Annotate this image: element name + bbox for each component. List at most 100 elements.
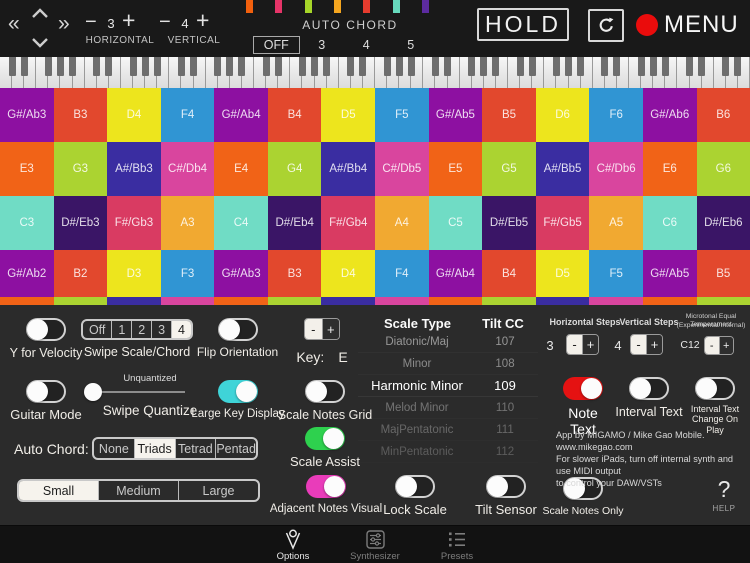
note-cell[interactable]: F6	[589, 88, 643, 142]
piano-black-key[interactable]	[577, 57, 584, 76]
piano-black-key[interactable]	[69, 57, 76, 76]
horizontal-steps-decrement[interactable]: -	[567, 335, 582, 354]
piano-black-key[interactable]	[226, 57, 233, 76]
vertical-steps-increment[interactable]: +	[646, 335, 662, 354]
note-cell[interactable]: D#/Eb4	[268, 196, 322, 250]
note-text-toggle[interactable]	[563, 377, 603, 400]
vertical-steps-decrement[interactable]: -	[631, 335, 646, 354]
piano-black-key[interactable]	[722, 57, 729, 76]
page-back-icon[interactable]: «	[8, 13, 20, 34]
piano-black-key[interactable]	[396, 57, 403, 76]
piano-black-key[interactable]	[565, 57, 572, 76]
piano-black-key[interactable]	[638, 57, 645, 76]
note-cell[interactable]: B4	[482, 250, 536, 297]
lock-scale-toggle[interactable]	[395, 475, 435, 498]
scale-type-row[interactable]: Diatonic/Maj107	[358, 331, 538, 353]
note-cell[interactable]: D#/Eb5	[482, 196, 536, 250]
note-cell[interactable]: E5	[429, 142, 483, 196]
tab-options[interactable]: Options	[253, 529, 333, 562]
note-cell[interactable]: F3	[161, 250, 215, 297]
note-cell[interactable]: A#/Bb3	[107, 142, 161, 196]
flip-orientation-toggle[interactable]	[218, 318, 258, 341]
segment-option-pentad[interactable]: Pentad	[216, 439, 256, 458]
piano-black-key[interactable]	[553, 57, 560, 76]
segment-option-1[interactable]: 1	[112, 321, 132, 338]
horizontal-increment[interactable]: +	[122, 9, 135, 32]
swipe-quantize-track[interactable]	[93, 391, 185, 393]
segment-option-off[interactable]: Off	[83, 321, 112, 338]
piano-black-key[interactable]	[601, 57, 608, 76]
scale-type-row[interactable]: Harmonic Minor109	[358, 375, 538, 397]
piano-black-key[interactable]	[93, 57, 100, 76]
note-cell[interactable]: G4	[268, 142, 322, 196]
note-cell[interactable]: E6	[643, 142, 697, 196]
note-cell[interactable]: G#/Ab4	[429, 250, 483, 297]
note-cell[interactable]: D3	[107, 250, 161, 297]
microtonal-decrement[interactable]: -	[705, 337, 719, 354]
note-cell[interactable]: F5	[589, 250, 643, 297]
note-cell[interactable]: E3	[0, 142, 54, 196]
scale-assist-toggle[interactable]	[305, 427, 345, 450]
note-cell[interactable]: D#/Eb6	[697, 196, 750, 250]
tab-presets[interactable]: Presets	[417, 529, 497, 562]
menu-button[interactable]: MENU	[664, 11, 739, 39]
piano-black-key[interactable]	[444, 57, 451, 76]
segment-option-medium[interactable]: Medium	[99, 481, 179, 500]
hold-button[interactable]: HOLD	[477, 8, 569, 41]
note-cell[interactable]: A4	[375, 196, 429, 250]
note-cell[interactable]: G#/Ab6	[643, 88, 697, 142]
note-cell[interactable]: D#/Eb3	[54, 196, 108, 250]
note-cell[interactable]: C4	[214, 196, 268, 250]
piano-black-key[interactable]	[57, 57, 64, 76]
note-cell[interactable]: F5	[375, 88, 429, 142]
piano-black-key[interactable]	[517, 57, 524, 76]
piano-black-key[interactable]	[263, 57, 270, 76]
note-cell[interactable]: D6	[536, 88, 590, 142]
note-cell[interactable]: A#/Bb5	[536, 142, 590, 196]
piano-black-key[interactable]	[347, 57, 354, 76]
note-cell[interactable]: C#/Db5	[375, 142, 429, 196]
auto-chord-tab-off[interactable]: OFF	[253, 36, 300, 54]
tilt-sensor-toggle[interactable]	[486, 475, 526, 498]
piano-black-key[interactable]	[21, 57, 28, 76]
piano-black-key[interactable]	[432, 57, 439, 76]
note-cell[interactable]: B5	[482, 88, 536, 142]
chevron-down-icon[interactable]	[30, 37, 50, 48]
note-cell[interactable]: A5	[589, 196, 643, 250]
key-decrement[interactable]: -	[305, 319, 322, 339]
piano-black-key[interactable]	[154, 57, 161, 76]
piano-black-key[interactable]	[214, 57, 221, 76]
piano-black-key[interactable]	[529, 57, 536, 76]
horizontal-decrement[interactable]: −	[85, 12, 97, 32]
note-cell[interactable]: E4	[214, 142, 268, 196]
note-cell[interactable]: B3	[268, 250, 322, 297]
segment-option-4[interactable]: 4	[172, 321, 191, 338]
note-cell[interactable]: G#/Ab5	[429, 88, 483, 142]
piano-black-key[interactable]	[359, 57, 366, 76]
record-indicator[interactable]	[636, 14, 658, 36]
large-key-display-toggle[interactable]	[218, 380, 258, 403]
scale-type-row[interactable]: Melod Minor110	[358, 397, 538, 419]
piano-black-key[interactable]	[492, 57, 499, 76]
piano-black-key[interactable]	[384, 57, 391, 76]
note-cell[interactable]: D5	[536, 250, 590, 297]
guitar-mode-toggle[interactable]	[26, 380, 66, 403]
note-cell[interactable]: F#/Gb5	[536, 196, 590, 250]
scale-type-row[interactable]: MinPentatonic112	[358, 441, 538, 463]
refresh-button[interactable]	[588, 9, 624, 42]
note-cell[interactable]: B5	[697, 250, 750, 297]
piano-black-key[interactable]	[323, 57, 330, 76]
piano-black-key[interactable]	[178, 57, 185, 76]
scale-type-row[interactable]: Minor108	[358, 353, 538, 375]
piano-black-key[interactable]	[9, 57, 16, 76]
scale-type-row[interactable]: MajPentatonic111	[358, 419, 538, 441]
piano-black-key[interactable]	[662, 57, 669, 76]
note-cell[interactable]: B3	[54, 88, 108, 142]
piano-black-key[interactable]	[142, 57, 149, 76]
note-cell[interactable]: G#/Ab2	[0, 250, 54, 297]
auto-chord-tab-5[interactable]: 5	[389, 36, 434, 54]
key-increment[interactable]: +	[322, 319, 340, 339]
piano-black-key[interactable]	[650, 57, 657, 76]
piano-black-key[interactable]	[311, 57, 318, 76]
note-cell[interactable]: G#/Ab3	[214, 250, 268, 297]
